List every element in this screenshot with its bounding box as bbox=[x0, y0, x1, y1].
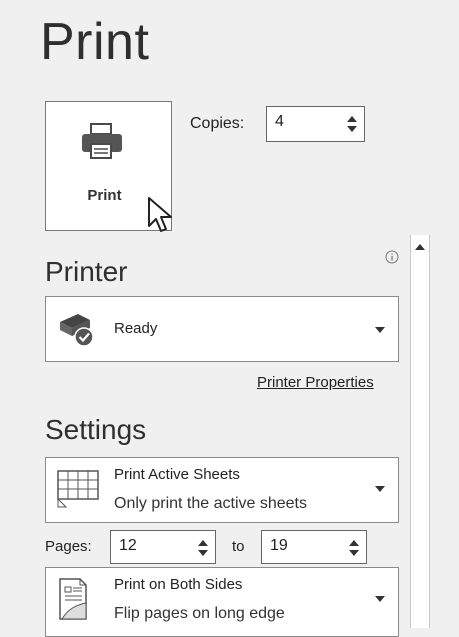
pages-to-stepper[interactable]: 19 bbox=[261, 530, 367, 564]
pages-label: Pages: bbox=[45, 538, 92, 555]
printer-icon bbox=[82, 123, 122, 159]
chevron-down-icon bbox=[375, 486, 385, 492]
print-what-select[interactable]: Print Active Sheets Only print the activ… bbox=[45, 457, 399, 523]
copies-stepper[interactable]: 4 bbox=[266, 106, 365, 142]
stepper-arrows-icon[interactable] bbox=[348, 538, 360, 558]
stepper-arrows-icon[interactable] bbox=[197, 538, 209, 558]
copies-value: 4 bbox=[275, 113, 284, 130]
stepper-arrows-icon[interactable] bbox=[346, 114, 358, 134]
pages-from-value: 12 bbox=[119, 537, 137, 554]
page-title: Print bbox=[40, 13, 150, 71]
printer-ready-icon bbox=[60, 314, 94, 347]
chevron-down-icon bbox=[375, 596, 385, 602]
pages-to-label: to bbox=[232, 538, 245, 555]
duplex-select[interactable]: Print on Both Sides Flip pages on long e… bbox=[45, 567, 399, 637]
printer-properties-link[interactable]: Printer Properties bbox=[257, 374, 374, 391]
mouse-pointer-icon bbox=[148, 197, 172, 232]
duplex-page-icon bbox=[59, 578, 87, 620]
pages-to-value: 19 bbox=[270, 537, 288, 554]
copies-label: Copies: bbox=[190, 115, 245, 132]
printer-select[interactable]: Ready bbox=[45, 296, 399, 362]
scroll-up-arrow-icon[interactable] bbox=[414, 243, 426, 251]
info-icon[interactable] bbox=[385, 250, 399, 264]
print-button-label: Print bbox=[87, 187, 122, 204]
printer-status: Ready bbox=[114, 320, 158, 337]
pages-from-stepper[interactable]: 12 bbox=[110, 530, 216, 564]
vertical-scrollbar[interactable] bbox=[410, 235, 430, 628]
printer-heading: Printer bbox=[45, 256, 128, 287]
print-what-title: Print Active Sheets bbox=[114, 466, 240, 483]
print-what-subtitle: Only print the active sheets bbox=[114, 495, 307, 512]
settings-heading: Settings bbox=[45, 414, 147, 445]
chevron-down-icon bbox=[375, 327, 385, 333]
spreadsheet-icon bbox=[57, 470, 99, 508]
duplex-title: Print on Both Sides bbox=[114, 576, 243, 593]
duplex-subtitle: Flip pages on long edge bbox=[114, 605, 285, 622]
